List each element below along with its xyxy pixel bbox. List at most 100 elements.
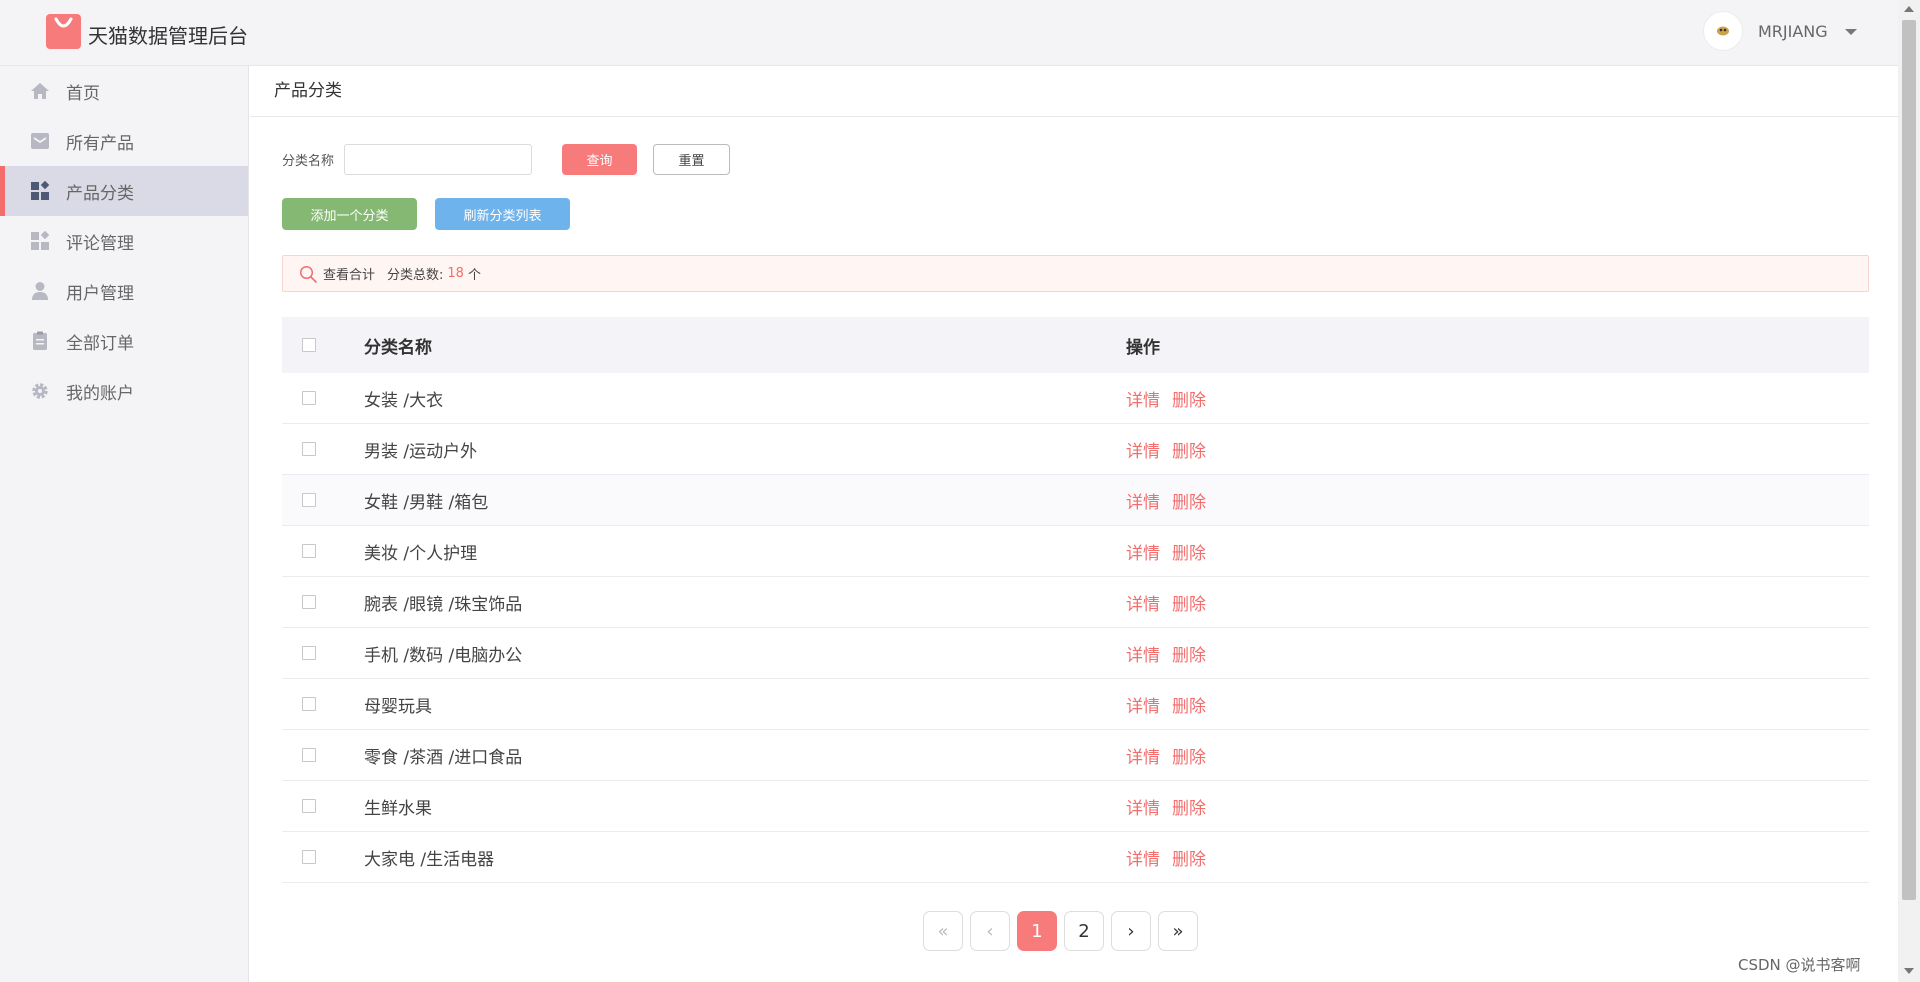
row-checkbox[interactable]: [302, 544, 316, 558]
sidebar-item-label: 我的账户: [66, 383, 134, 404]
sidebar-item-all-products[interactable]: 所有产品: [0, 116, 248, 166]
table-row: 女装 /大衣 详情 删除: [282, 373, 1869, 424]
delete-link[interactable]: 删除: [1172, 697, 1206, 717]
row-checkbox[interactable]: [302, 442, 316, 456]
category-name-input[interactable]: [344, 144, 533, 175]
filter-row: 分类名称 查询 重置: [282, 144, 731, 175]
category-grid-icon: [30, 181, 50, 201]
category-name-cell: 大家电 /生活电器: [364, 849, 495, 870]
sidebar-item-label: 首页: [66, 83, 100, 104]
delete-link[interactable]: 删除: [1172, 442, 1206, 462]
delete-link[interactable]: 删除: [1172, 544, 1206, 564]
category-name-cell: 手机 /数码 /电脑办公: [364, 645, 523, 666]
table-row: 零食 /茶酒 /进口食品 详情 删除: [282, 730, 1869, 781]
prev-page-button[interactable]: ‹: [970, 911, 1010, 951]
main-content: 产品分类 分类名称 查询 重置 添加一个分类 刷新分类列表 查看合计 分类总数:…: [250, 66, 1898, 982]
row-checkbox[interactable]: [302, 493, 316, 507]
delete-link[interactable]: 删除: [1172, 493, 1206, 513]
table-row: 女鞋 /男鞋 /箱包 详情 删除: [282, 475, 1869, 526]
page-title: 产品分类: [250, 66, 1898, 117]
delete-link[interactable]: 删除: [1172, 391, 1206, 411]
summary-count: 18: [447, 266, 464, 281]
category-name-cell: 女鞋 /男鞋 /箱包: [364, 492, 489, 513]
detail-link[interactable]: 详情: [1126, 799, 1160, 819]
delete-link[interactable]: 删除: [1172, 595, 1206, 615]
table-row: 大家电 /生活电器 详情 删除: [282, 832, 1869, 883]
sidebar-item-comments[interactable]: 评论管理: [0, 216, 248, 266]
table-row: 男装 /运动户外 详情 删除: [282, 424, 1869, 475]
scroll-down-icon[interactable]: [1904, 968, 1914, 974]
page-1-button[interactable]: 1: [1017, 911, 1057, 951]
row-checkbox[interactable]: [302, 646, 316, 660]
detail-link[interactable]: 详情: [1126, 595, 1160, 615]
refresh-list-button[interactable]: 刷新分类列表: [435, 198, 570, 230]
chevron-down-icon[interactable]: [1845, 29, 1857, 35]
row-checkbox[interactable]: [302, 799, 316, 813]
detail-link[interactable]: 详情: [1126, 646, 1160, 666]
header-name: 分类名称: [364, 337, 432, 358]
search-icon: [299, 265, 317, 283]
summary-view-label: 查看合计: [323, 268, 376, 283]
detail-link[interactable]: 详情: [1126, 697, 1160, 717]
row-checkbox[interactable]: [302, 850, 316, 864]
summary-bar: 查看合计 分类总数: 18 个: [282, 255, 1869, 292]
last-page-button[interactable]: »: [1158, 911, 1198, 951]
user-name[interactable]: MRJIANG: [1758, 22, 1828, 41]
detail-link[interactable]: 详情: [1126, 850, 1160, 870]
sidebar-item-label: 所有产品: [66, 133, 134, 154]
sidebar: 首页 所有产品 产品分类 评论管理 用户管理 全部订单 我的账户: [0, 66, 249, 982]
row-checkbox[interactable]: [302, 697, 316, 711]
scroll-up-icon[interactable]: [1904, 6, 1914, 12]
page-scrollbar[interactable]: [1898, 0, 1920, 982]
sidebar-item-label: 全部订单: [66, 333, 134, 354]
first-page-button[interactable]: «: [923, 911, 963, 951]
user-avatar[interactable]: [1703, 11, 1743, 51]
add-category-button[interactable]: 添加一个分类: [282, 198, 417, 230]
delete-link[interactable]: 删除: [1172, 646, 1206, 666]
table-row: 生鲜水果 详情 删除: [282, 781, 1869, 832]
sidebar-item-my-account[interactable]: 我的账户: [0, 366, 248, 416]
select-all-checkbox[interactable]: [302, 338, 316, 352]
sidebar-item-orders[interactable]: 全部订单: [0, 316, 248, 366]
comment-grid-icon: [30, 231, 50, 251]
page-2-button[interactable]: 2: [1064, 911, 1104, 951]
sidebar-item-label: 用户管理: [66, 283, 134, 304]
action-row: 添加一个分类 刷新分类列表: [282, 198, 570, 230]
table-row: 手机 /数码 /电脑办公 详情 删除: [282, 628, 1869, 679]
sidebar-item-home[interactable]: 首页: [0, 66, 248, 116]
category-name-cell: 女装 /大衣: [364, 390, 444, 411]
row-checkbox[interactable]: [302, 595, 316, 609]
next-page-button[interactable]: ›: [1111, 911, 1151, 951]
user-icon: [30, 281, 50, 301]
summary-unit: 个: [467, 268, 481, 283]
category-name-cell: 男装 /运动户外: [364, 441, 478, 462]
delete-link[interactable]: 删除: [1172, 799, 1206, 819]
category-name-cell: 零食 /茶酒 /进口食品: [364, 747, 523, 768]
app-title: 天猫数据管理后台: [88, 24, 248, 48]
sidebar-item-product-category[interactable]: 产品分类: [0, 166, 248, 216]
delete-link[interactable]: 删除: [1172, 850, 1206, 870]
detail-link[interactable]: 详情: [1126, 544, 1160, 564]
summary-count-label: 分类总数:: [387, 268, 444, 283]
category-name-cell: 母婴玩具: [364, 696, 432, 717]
sidebar-item-users[interactable]: 用户管理: [0, 266, 248, 316]
detail-link[interactable]: 详情: [1126, 442, 1160, 462]
detail-link[interactable]: 详情: [1126, 493, 1160, 513]
detail-link[interactable]: 详情: [1126, 391, 1160, 411]
scroll-thumb[interactable]: [1902, 20, 1916, 900]
header-ops: 操作: [1126, 337, 1160, 358]
gear-icon: [30, 381, 50, 401]
query-button[interactable]: 查询: [562, 144, 638, 175]
delete-link[interactable]: 删除: [1172, 748, 1206, 768]
detail-link[interactable]: 详情: [1126, 748, 1160, 768]
shopping-bag-logo-icon: [46, 14, 81, 49]
row-checkbox[interactable]: [302, 391, 316, 405]
pagination: « ‹ 1 2 › »: [923, 911, 1205, 951]
row-checkbox[interactable]: [302, 748, 316, 762]
reset-button[interactable]: 重置: [653, 144, 731, 175]
filter-label: 分类名称: [282, 154, 335, 169]
clipboard-icon: [30, 331, 50, 351]
category-name-cell: 生鲜水果: [364, 798, 432, 819]
top-header: 天猫数据管理后台 MRJIANG: [0, 0, 1898, 66]
category-table: 分类名称 操作 女装 /大衣 详情 删除 男装 /运动户外 详情 删除 女鞋 /男鞋 /箱包…: [282, 317, 1869, 883]
